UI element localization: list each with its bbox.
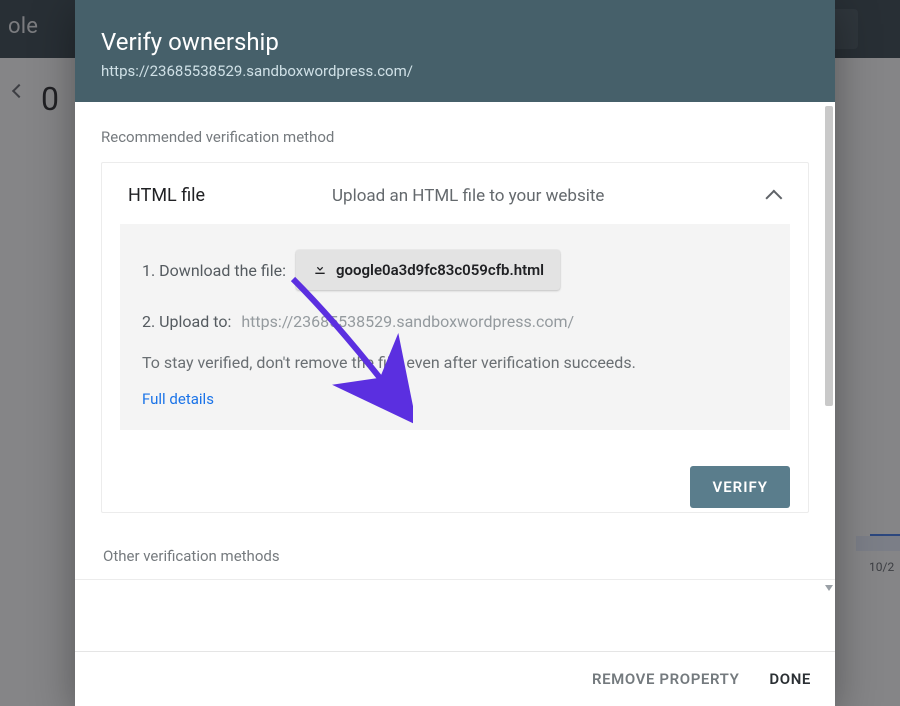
chevron-up-icon — [765, 189, 782, 206]
remove-property-button[interactable]: REMOVE PROPERTY — [592, 670, 739, 688]
done-button[interactable]: DONE — [769, 670, 811, 688]
dialog-header: Verify ownership https://23685538529.san… — [75, 0, 835, 102]
recommended-method-label: Recommended verification method — [101, 128, 809, 146]
full-details-link[interactable]: Full details — [142, 390, 768, 408]
method-instructions: 1. Download the file: google0a3d9fc83c05… — [120, 224, 790, 430]
method-name: HTML file — [128, 185, 308, 206]
other-methods-label: Other verification methods — [103, 547, 807, 565]
step-2-upload-url: https://23685538529.sandboxwordpress.com… — [241, 312, 574, 331]
download-file-button[interactable]: google0a3d9fc83c059cfb.html — [296, 250, 560, 290]
verify-button[interactable]: VERIFY — [690, 466, 790, 508]
scrollbar-down-arrow-icon[interactable] — [825, 585, 833, 591]
html-file-method-card: HTML file Upload an HTML file to your we… — [101, 162, 809, 513]
step-1-label: 1. Download the file: — [142, 261, 286, 280]
step-2: 2. Upload to: https://23685538529.sandbo… — [142, 312, 768, 331]
dialog-title: Verify ownership — [101, 28, 809, 56]
dialog-footer: REMOVE PROPERTY DONE — [75, 651, 835, 706]
scrollbar-thumb[interactable] — [825, 106, 833, 406]
download-file-name: google0a3d9fc83c059cfb.html — [336, 261, 544, 279]
divider — [75, 579, 835, 580]
method-description: Upload an HTML file to your website — [332, 186, 746, 206]
verify-ownership-dialog: Verify ownership https://23685538529.san… — [75, 0, 835, 706]
dialog-property-url: https://23685538529.sandboxwordpress.com… — [101, 62, 809, 80]
dialog-body: Recommended verification method HTML fil… — [75, 102, 835, 651]
step-2-label: 2. Upload to: — [142, 312, 231, 331]
method-expand-header[interactable]: HTML file Upload an HTML file to your we… — [102, 163, 808, 224]
verification-note: To stay verified, don't remove the file,… — [142, 353, 768, 372]
download-icon — [312, 260, 328, 280]
step-1: 1. Download the file: google0a3d9fc83c05… — [142, 250, 768, 290]
